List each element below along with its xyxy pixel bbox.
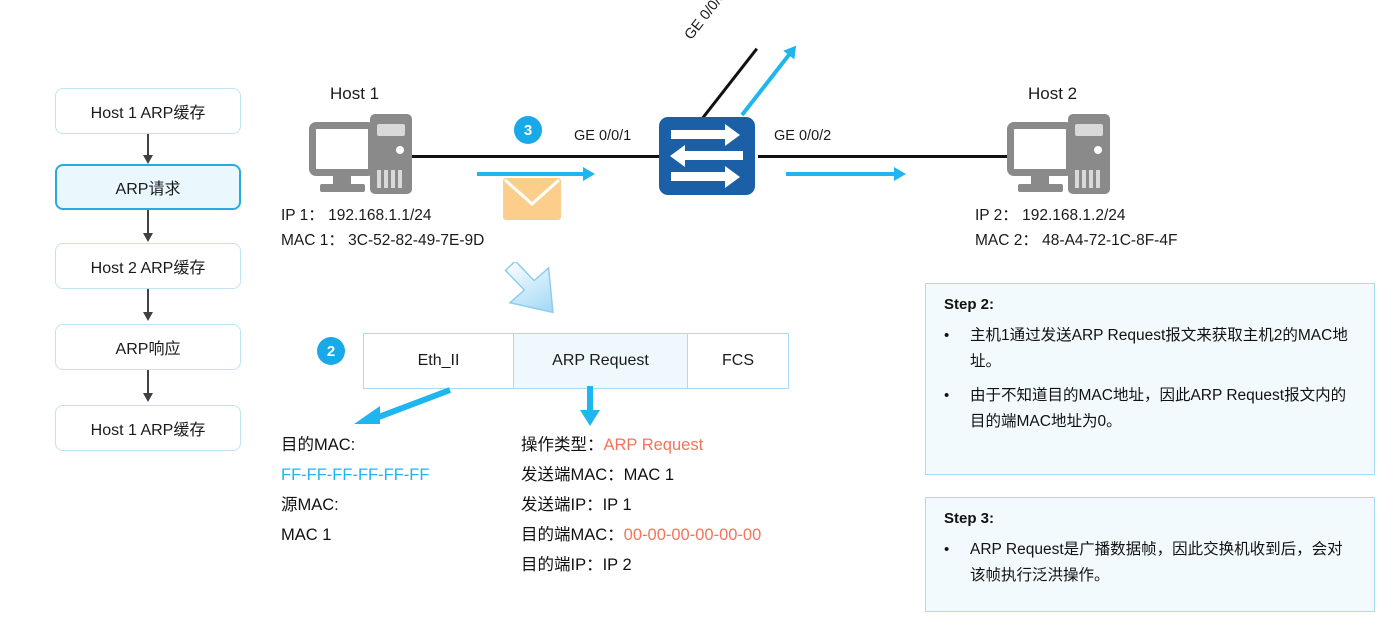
step2-title: Step 2: (944, 296, 995, 313)
big-down-right-arrow (504, 262, 554, 314)
arp-target-mac-value: 00-00-00-00-00-00 (623, 526, 762, 544)
step3-callout: Step 3: • ARP Request是广播数据帧，因此交换机收到后，会对该… (925, 497, 1375, 612)
arp-payload-detail: 操作类型：ARP Request 发送端MAC：MAC 1 发送端IP：IP 1… (521, 430, 761, 580)
eth-header-detail: 目的MAC: FF-FF-FF-FF-FF-FF 源MAC: MAC 1 (281, 430, 429, 550)
arp-sender-mac-row: 发送端MAC：MAC 1 (521, 460, 761, 490)
switch-icon (659, 117, 755, 195)
host2-pc-icon (1007, 114, 1110, 194)
arp-target-ip-row: 目的端IP：IP 2 (521, 550, 761, 580)
arp-sender-mac-value: MAC 1 (623, 466, 675, 484)
flow-node-host1-arp-cache-top[interactable]: Host 1 ARP缓存 (55, 88, 241, 134)
step-badge-3-label: 3 (523, 121, 533, 139)
host2-ip-text: IP 2： 192.168.1.2/24 (975, 207, 1126, 224)
link-host1-switch (412, 155, 662, 158)
host1-pc-icon (309, 114, 412, 194)
arp-sender-ip-value: IP 1 (602, 496, 632, 514)
frame-cell-label: FCS (722, 352, 754, 369)
arp-target-mac-label: 目的端MAC： (521, 526, 624, 544)
step3-bullet-1: • ARP Request是广播数据帧，因此交换机收到后，会对该帧执行泛洪操作。 (944, 537, 1358, 589)
host1-ip-text: IP 1： 192.168.1.1/24 (281, 207, 432, 224)
flow-connector-3 (143, 289, 153, 321)
flow-arrow-switch-to-host2 (786, 167, 906, 181)
eth-dst-mac-label: 目的MAC: (281, 436, 356, 454)
host1-title: Host 1 (330, 84, 380, 103)
frame-cell-eth[interactable]: Eth_II (364, 334, 514, 388)
step2-bullet-2: • 由于不知道目的MAC地址，因此ARP Request报文内的目的端MAC地址… (944, 383, 1358, 435)
flow-node-label: Host 1 ARP缓存 (90, 105, 206, 122)
step-badge-3: 3 (514, 116, 542, 144)
frame-structure-table: Eth_II ARP Request FCS (363, 333, 789, 389)
flow-connector-1 (143, 134, 153, 164)
flow-node-label: ARP响应 (115, 341, 181, 358)
flow-node-arp-request[interactable]: ARP请求 (55, 164, 241, 210)
bullet-icon: • (944, 541, 950, 558)
step3-bullet-1-text: ARP Request是广播数据帧，因此交换机收到后，会对该帧执行泛洪操作。 (970, 541, 1343, 584)
link-switch-host2 (758, 155, 1008, 158)
step-badge-2: 2 (317, 337, 345, 365)
arp-sender-ip-label: 发送端IP： (521, 496, 603, 514)
flow-arrow-host1-to-switch (477, 167, 595, 181)
host2-title: Host 2 (1028, 84, 1078, 103)
eth-dst-mac-value: FF-FF-FF-FF-FF-FF (281, 466, 430, 484)
step2-bullet-2-text: 由于不知道目的MAC地址，因此ARP Request报文内的目的端MAC地址为0… (970, 387, 1347, 430)
flow-arrow-switch-ge003 (740, 52, 792, 117)
flow-node-host1-arp-cache-bottom[interactable]: Host 1 ARP缓存 (55, 405, 241, 451)
host1-mac-text: MAC 1： 3C-52-82-49-7E-9D (281, 232, 485, 249)
flow-connector-2 (143, 210, 153, 242)
eth-src-mac-value: MAC 1 (281, 526, 332, 544)
eth-src-mac-label: 源MAC: (281, 496, 339, 514)
port-label-ge003: GE 0/0/3 (681, 0, 730, 43)
flow-node-arp-response[interactable]: ARP响应 (55, 324, 241, 370)
frame-cell-fcs[interactable]: FCS (688, 334, 788, 388)
bullet-icon: • (944, 327, 950, 344)
bullet-icon: • (944, 387, 950, 404)
arp-op-value: ARP Request (603, 436, 704, 454)
flow-node-label: Host 1 ARP缓存 (90, 422, 206, 439)
flow-node-label: Host 2 ARP缓存 (90, 260, 206, 277)
host2-mac-text: MAC 2： 48-A4-72-1C-8F-4F (975, 232, 1178, 249)
flow-connector-4 (143, 370, 153, 402)
step2-bullet-1: • 主机1通过发送ARP Request报文来获取主机2的MAC地址。 (944, 323, 1358, 375)
arp-sender-ip-row: 发送端IP：IP 1 (521, 490, 761, 520)
step-badge-2-label: 2 (326, 342, 336, 360)
step2-bullet-1-text: 主机1通过发送ARP Request报文来获取主机2的MAC地址。 (970, 327, 1348, 370)
frame-arp-callout-arrow (580, 386, 600, 426)
step2-callout: Step 2: • 主机1通过发送ARP Request报文来获取主机2的MAC… (925, 283, 1375, 475)
arp-op-row: 操作类型：ARP Request (521, 430, 761, 460)
arp-target-ip-value: IP 2 (602, 556, 632, 574)
frame-cell-label: Eth_II (417, 352, 460, 369)
port-label-ge001: GE 0/0/1 (574, 128, 632, 144)
step3-title: Step 3: (944, 510, 995, 527)
frame-eth-callout-arrow (354, 387, 452, 424)
frame-cell-label: ARP Request (552, 352, 649, 369)
arp-op-label: 操作类型： (521, 436, 604, 454)
port-label-ge002: GE 0/0/2 (774, 128, 832, 144)
arp-target-ip-label: 目的端IP： (521, 556, 603, 574)
arp-target-mac-row: 目的端MAC：00-00-00-00-00-00 (521, 520, 761, 550)
flow-node-host2-arp-cache[interactable]: Host 2 ARP缓存 (55, 243, 241, 289)
flow-node-label: ARP请求 (115, 181, 181, 198)
frame-cell-arp-request[interactable]: ARP Request (514, 334, 688, 388)
arp-sender-mac-label: 发送端MAC： (521, 466, 624, 484)
envelope-icon (503, 178, 561, 220)
